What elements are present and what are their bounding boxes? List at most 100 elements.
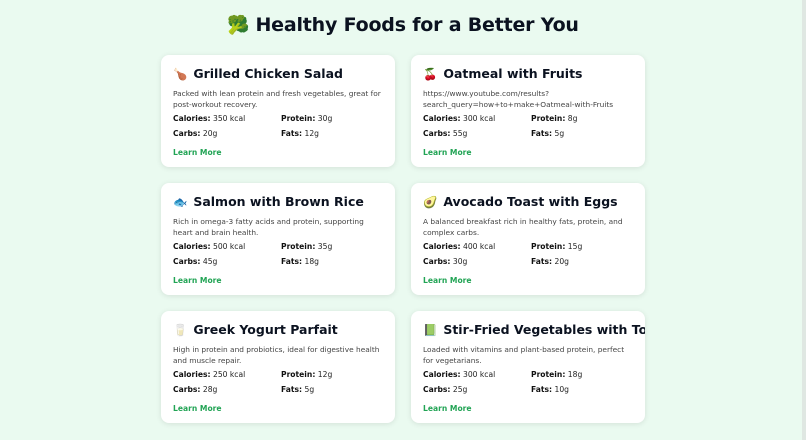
learn-more-link[interactable]: Learn More <box>423 276 472 285</box>
nutrition-stats: Calories: 500 kcal Protein: 35g Carbs: 4… <box>173 242 383 266</box>
carbs-value: 55g <box>452 129 468 138</box>
fats-value: 12g <box>304 129 319 138</box>
food-card: 🥛 Greek Yogurt Parfait High in protein an… <box>161 311 395 423</box>
carbs-label: Carbs: <box>173 129 201 138</box>
protein-value: 12g <box>317 370 333 379</box>
nutrition-stats: Calories: 250 kcal Protein: 12g Carbs: 2… <box>173 370 383 394</box>
protein-value: 15g <box>567 242 583 251</box>
fats-stat: Fats: 18g <box>281 257 389 266</box>
card-title-text: Greek Yogurt Parfait <box>193 322 338 337</box>
carbs-label: Carbs: <box>423 257 451 266</box>
card-title-text: Grilled Chicken Salad <box>193 66 343 81</box>
fats-stat: Fats: 5g <box>531 129 639 138</box>
card-description: https://www.youtube.com/results?search_q… <box>423 89 614 109</box>
card-description: A balanced breakfast rich in healthy fat… <box>423 217 623 237</box>
card-title-text: Stir-Fried Vegetables with Tofu <box>443 322 645 337</box>
card-title-text: Oatmeal with Fruits <box>443 66 583 81</box>
card-title-text: Salmon with Brown Rice <box>193 194 364 209</box>
carbs-stat: Carbs: 45g <box>173 257 281 266</box>
fats-label: Fats: <box>531 257 553 266</box>
calories-stat: Calories: 250 kcal <box>173 370 281 379</box>
fats-label: Fats: <box>531 129 553 138</box>
fats-label: Fats: <box>281 257 303 266</box>
milk-glass-icon: 🥛 <box>173 323 188 337</box>
protein-label: Protein: <box>531 370 566 379</box>
fats-label: Fats: <box>281 385 303 394</box>
calories-label: Calories: <box>173 370 211 379</box>
calories-stat: Calories: 350 kcal <box>173 114 281 123</box>
food-card: 🍗 Grilled Chicken Salad Packed with lean … <box>161 55 395 167</box>
card-title-text: Avocado Toast with Eggs <box>443 194 618 209</box>
carbs-value: 45g <box>202 257 218 266</box>
fats-value: 18g <box>304 257 319 266</box>
calories-label: Calories: <box>173 242 211 251</box>
learn-more-link[interactable]: Learn More <box>173 404 222 413</box>
fats-stat: Fats: 5g <box>281 385 389 394</box>
calories-value: 300 kcal <box>463 370 496 379</box>
card-title: 📗 Stir-Fried Vegetables with Tofu <box>423 322 645 337</box>
food-card: 🐟 Salmon with Brown Rice Rich in omega-3 … <box>161 183 395 295</box>
carbs-stat: Carbs: 28g <box>173 385 281 394</box>
fats-stat: Fats: 12g <box>281 129 389 138</box>
calories-value: 400 kcal <box>463 242 496 251</box>
card-title: 🥛 Greek Yogurt Parfait <box>173 322 383 337</box>
protein-value: 35g <box>317 242 333 251</box>
card-description: Rich in omega-3 fatty acids and protein,… <box>173 217 364 237</box>
fats-value: 5g <box>304 385 315 394</box>
learn-more-link[interactable]: Learn More <box>423 404 472 413</box>
nutrition-stats: Calories: 300 kcal Protein: 8g Carbs: 55… <box>423 114 633 138</box>
broccoli-icon: 🥦 <box>227 15 250 36</box>
calories-stat: Calories: 500 kcal <box>173 242 281 251</box>
vertical-scrollbar[interactable] <box>802 0 806 440</box>
food-card: 🥑 Avocado Toast with Eggs A balanced brea… <box>411 183 645 295</box>
protein-value: 18g <box>567 370 583 379</box>
carbs-label: Carbs: <box>423 385 451 394</box>
protein-label: Protein: <box>531 114 566 123</box>
nutrition-stats: Calories: 400 kcal Protein: 15g Carbs: 3… <box>423 242 633 266</box>
card-title: 🐟 Salmon with Brown Rice <box>173 194 383 209</box>
card-description: Loaded with vitamins and plant-based pro… <box>423 345 625 365</box>
fats-value: 20g <box>554 257 569 266</box>
card-description: Packed with lean protein and fresh veget… <box>173 89 381 109</box>
protein-label: Protein: <box>281 114 316 123</box>
calories-value: 350 kcal <box>213 114 246 123</box>
nutrition-stats: Calories: 350 kcal Protein: 30g Carbs: 2… <box>173 114 383 138</box>
calories-label: Calories: <box>423 370 461 379</box>
card-title: 🥑 Avocado Toast with Eggs <box>423 194 633 209</box>
fish-icon: 🐟 <box>173 195 188 209</box>
calories-label: Calories: <box>423 114 461 123</box>
calories-stat: Calories: 400 kcal <box>423 242 531 251</box>
green-book-icon: 📗 <box>423 323 438 337</box>
protein-stat: Protein: 18g <box>531 370 639 379</box>
card-description: High in protein and probiotics, ideal fo… <box>173 345 380 365</box>
learn-more-link[interactable]: Learn More <box>173 148 222 157</box>
calories-label: Calories: <box>423 242 461 251</box>
protein-label: Protein: <box>281 242 316 251</box>
cherries-icon: 🍒 <box>423 67 438 81</box>
learn-more-link[interactable]: Learn More <box>423 148 472 157</box>
carbs-stat: Carbs: 30g <box>423 257 531 266</box>
protein-label: Protein: <box>281 370 316 379</box>
calories-label: Calories: <box>173 114 211 123</box>
fats-stat: Fats: 20g <box>531 257 639 266</box>
card-title: 🍗 Grilled Chicken Salad <box>173 66 383 81</box>
fats-value: 10g <box>554 385 569 394</box>
carbs-label: Carbs: <box>173 257 201 266</box>
carbs-value: 20g <box>202 129 218 138</box>
food-card: 📗 Stir-Fried Vegetables with Tofu Loaded … <box>411 311 645 423</box>
fats-value: 5g <box>554 129 565 138</box>
protein-stat: Protein: 8g <box>531 114 639 123</box>
protein-label: Protein: <box>531 242 566 251</box>
fats-stat: Fats: 10g <box>531 385 639 394</box>
protein-stat: Protein: 30g <box>281 114 389 123</box>
food-card: 🍒 Oatmeal with Fruits https://www.youtube… <box>411 55 645 167</box>
carbs-value: 28g <box>202 385 218 394</box>
calories-stat: Calories: 300 kcal <box>423 370 531 379</box>
learn-more-link[interactable]: Learn More <box>173 276 222 285</box>
calories-value: 250 kcal <box>213 370 246 379</box>
avocado-icon: 🥑 <box>423 195 438 209</box>
calories-value: 500 kcal <box>213 242 246 251</box>
fats-label: Fats: <box>281 129 303 138</box>
calories-value: 300 kcal <box>463 114 496 123</box>
carbs-stat: Carbs: 20g <box>173 129 281 138</box>
